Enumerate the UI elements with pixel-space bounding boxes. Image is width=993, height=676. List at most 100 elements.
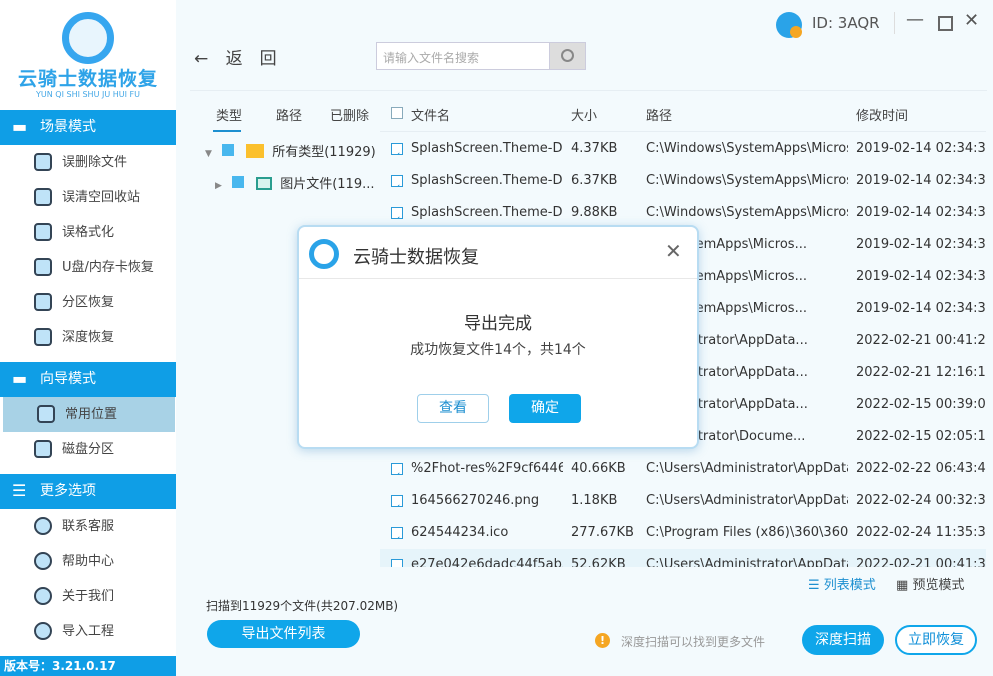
close-icon[interactable]: ✕ bbox=[964, 10, 979, 31]
dialog-close-icon[interactable]: ✕ bbox=[665, 239, 682, 263]
row-checkbox[interactable] bbox=[391, 559, 403, 567]
view-button[interactable]: 查看 bbox=[417, 394, 489, 423]
file-size: 277.67KB bbox=[571, 525, 634, 540]
preview-mode-button[interactable]: ▦ 预览模式 bbox=[896, 574, 964, 593]
list-mode-button[interactable]: ☰ 列表模式 bbox=[808, 574, 876, 593]
table-row[interactable]: 624544234.ico 277.67KB C:\Program Files (x… bbox=[380, 517, 986, 549]
info-icon bbox=[34, 587, 52, 605]
file-name: 164566270246.png bbox=[411, 493, 540, 508]
sidebar-item[interactable]: 深度恢复 bbox=[0, 320, 176, 355]
recycle-bin-icon bbox=[34, 188, 52, 206]
export-list-button[interactable]: 导出文件列表 bbox=[207, 620, 360, 648]
row-checkbox[interactable] bbox=[391, 463, 403, 475]
sidebar-item[interactable]: 误删除文件 bbox=[0, 145, 176, 180]
tab-deleted[interactable]: 已删除 bbox=[330, 105, 369, 124]
import-icon bbox=[34, 622, 52, 640]
tab-underline bbox=[213, 130, 241, 132]
sidebar-item-label: 帮助中心 bbox=[62, 554, 115, 569]
sidebar-item[interactable]: 关于我们 bbox=[0, 579, 176, 614]
sidebar-item[interactable]: U盘/内存卡恢复 bbox=[0, 250, 176, 285]
column-path[interactable]: 路径 bbox=[646, 105, 672, 124]
file-name: SplashScreen.Theme-Da... bbox=[411, 173, 563, 188]
table-row[interactable]: SplashScreen.Theme-Da... 4.37KB C:\Windows… bbox=[380, 133, 986, 165]
row-checkbox[interactable] bbox=[391, 207, 403, 219]
table-row[interactable]: %2Fhot-res%2F9cf6446... 40.66KB C:\Users\A… bbox=[380, 453, 986, 485]
file-name: e27e042e6dadc44f5ab5... bbox=[411, 557, 563, 567]
sidebar-item[interactable]: 磁盘分区 bbox=[0, 432, 176, 467]
section-label: 向导模式 bbox=[40, 371, 96, 387]
row-checkbox[interactable] bbox=[391, 495, 403, 507]
sidebar-item-label: 常用位置 bbox=[65, 407, 118, 422]
ok-button[interactable]: 确定 bbox=[509, 394, 581, 423]
file-name: %2Fhot-res%2F9cf6446... bbox=[411, 461, 563, 476]
sidebar-item[interactable]: 导入工程 bbox=[0, 614, 176, 649]
preview-mode-label: 预览模式 bbox=[912, 578, 965, 593]
file-time: 2019-02-14 02:34:34 bbox=[856, 141, 986, 156]
sidebar-item-label: U盘/内存卡恢复 bbox=[62, 260, 154, 275]
format-disk-icon bbox=[34, 223, 52, 241]
file-time: 2022-02-15 00:39:06 bbox=[856, 397, 986, 412]
minimize-icon[interactable]: — bbox=[906, 9, 924, 30]
tab-path[interactable]: 路径 bbox=[276, 105, 302, 124]
search-button[interactable] bbox=[549, 42, 586, 70]
sidebar-item[interactable]: 常用位置 bbox=[3, 397, 175, 432]
help-icon bbox=[34, 552, 52, 570]
warning-icon: ! bbox=[595, 633, 610, 648]
disk-icon bbox=[34, 440, 52, 458]
section-label: 场景模式 bbox=[40, 119, 96, 135]
tab-type[interactable]: 类型 bbox=[216, 105, 242, 124]
section-label: 更多选项 bbox=[40, 483, 96, 499]
sidebar-item[interactable]: 帮助中心 bbox=[0, 544, 176, 579]
tree-label: 图片文件(119... bbox=[280, 177, 375, 192]
sidebar-item[interactable]: 误清空回收站 bbox=[0, 180, 176, 215]
divider bbox=[190, 90, 987, 91]
sidebar-item-label: 误清空回收站 bbox=[62, 190, 141, 205]
sidebar-item[interactable]: 联系客服 bbox=[0, 509, 176, 544]
logo-icon bbox=[62, 12, 114, 64]
section-header: ▬ 场景模式 bbox=[0, 110, 176, 145]
image-icon bbox=[256, 177, 273, 190]
grid-icon: ▦ bbox=[896, 578, 909, 593]
sidebar-item-label: 分区恢复 bbox=[62, 295, 115, 310]
sidebar-item-label: 误删除文件 bbox=[62, 155, 128, 170]
select-all-checkbox[interactable] bbox=[391, 107, 403, 119]
row-checkbox[interactable] bbox=[391, 143, 403, 155]
file-size: 52.62KB bbox=[571, 557, 626, 567]
table-row[interactable]: e27e042e6dadc44f5ab5... 52.62KB C:\Users\A… bbox=[380, 549, 986, 567]
sidebar-item[interactable]: 误格式化 bbox=[0, 215, 176, 250]
sidebar-item-label: 深度恢复 bbox=[62, 330, 115, 345]
table-row[interactable]: 164566270246.png 1.18KB C:\Users\Administr… bbox=[380, 485, 986, 517]
row-checkbox[interactable] bbox=[391, 527, 403, 539]
sidebar-item[interactable]: 分区恢复 bbox=[0, 285, 176, 320]
expand-icon[interactable]: ▼ bbox=[205, 149, 212, 159]
app-subtitle: YUN QI SHI SHU JU HUI FU bbox=[36, 90, 140, 99]
vip-avatar-icon[interactable] bbox=[776, 12, 802, 38]
tree-node-all[interactable]: ▼ 所有类型(11929) bbox=[205, 141, 376, 160]
list-mode-label: 列表模式 bbox=[823, 578, 876, 593]
search-input[interactable]: 请输入文件名搜索 bbox=[376, 42, 550, 70]
file-path: C:\Program Files (x86)\360\360s... bbox=[646, 525, 848, 540]
file-time: 2019-02-14 02:34:34 bbox=[856, 269, 986, 284]
checkbox[interactable] bbox=[222, 144, 235, 156]
column-time[interactable]: 修改时间 bbox=[856, 105, 908, 124]
partition-icon bbox=[34, 293, 52, 311]
usb-card-icon bbox=[34, 258, 52, 276]
app-logo-icon bbox=[309, 239, 339, 269]
deep-scan-button[interactable]: 深度扫描 bbox=[802, 625, 884, 655]
app-title: 云骑士数据恢复 bbox=[17, 68, 158, 90]
file-path: C:\Windows\SystemApps\Micros... bbox=[646, 141, 848, 156]
tree-node-images[interactable]: ▶ 图片文件(119... bbox=[215, 173, 375, 192]
back-button[interactable]: ← 返 回 bbox=[194, 44, 277, 69]
search-icon bbox=[561, 49, 574, 62]
maximize-icon[interactable] bbox=[938, 16, 953, 31]
sidebar-item-label: 磁盘分区 bbox=[62, 442, 115, 457]
sidebar-item-label: 关于我们 bbox=[62, 589, 115, 604]
recover-now-button[interactable]: 立即恢复 bbox=[895, 625, 977, 655]
expand-icon[interactable]: ▶ bbox=[215, 181, 222, 191]
checkbox[interactable] bbox=[232, 176, 245, 188]
row-checkbox[interactable] bbox=[391, 175, 403, 187]
folder-icon bbox=[246, 144, 265, 158]
column-size[interactable]: 大小 bbox=[571, 105, 597, 124]
table-row[interactable]: SplashScreen.Theme-Da... 6.37KB C:\Windows… bbox=[380, 165, 986, 197]
column-name[interactable]: 文件名 bbox=[411, 105, 450, 124]
